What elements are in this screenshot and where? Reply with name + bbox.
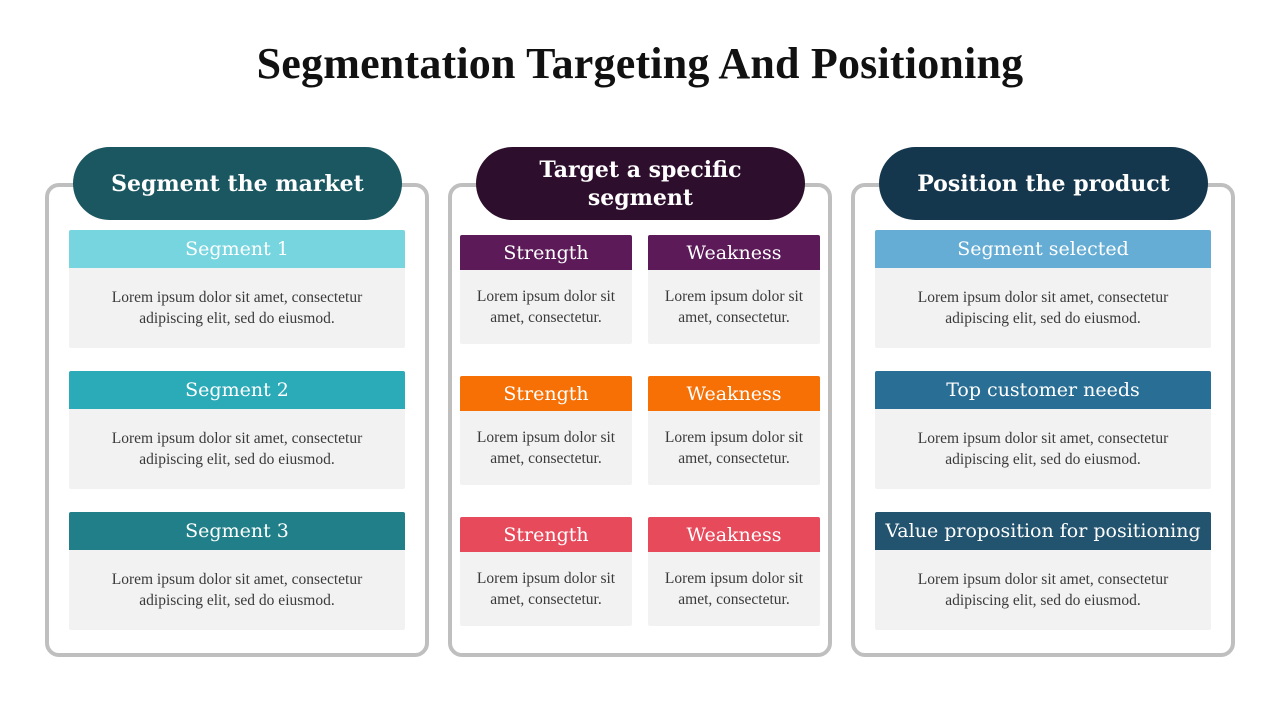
strength-text: Lorem ipsum dolor sit amet, consectetur. xyxy=(460,411,632,485)
weakness-card: Weakness Lorem ipsum dolor sit amet, con… xyxy=(648,517,820,626)
segment-card-label: Segment 2 xyxy=(69,371,405,409)
weakness-card: Weakness Lorem ipsum dolor sit amet, con… xyxy=(648,376,820,485)
position-card-label: Segment selected xyxy=(875,230,1211,268)
weakness-label: Weakness xyxy=(648,517,820,552)
weakness-card: Weakness Lorem ipsum dolor sit amet, con… xyxy=(648,235,820,344)
strength-text: Lorem ipsum dolor sit amet, consectetur. xyxy=(460,552,632,626)
position-card: Segment selected Lorem ipsum dolor sit a… xyxy=(875,230,1211,348)
segment-card-text: Lorem ipsum dolor sit amet, consectetur … xyxy=(69,550,405,630)
position-card-text: Lorem ipsum dolor sit amet, consectetur … xyxy=(875,268,1211,348)
strength-card: Strength Lorem ipsum dolor sit amet, con… xyxy=(460,235,632,344)
strength-label: Strength xyxy=(460,235,632,270)
segment-card: Segment 3 Lorem ipsum dolor sit amet, co… xyxy=(69,512,405,630)
segment-card-label: Segment 3 xyxy=(69,512,405,550)
weakness-text: Lorem ipsum dolor sit amet, consectetur. xyxy=(648,552,820,626)
segment-card: Segment 1 Lorem ipsum dolor sit amet, co… xyxy=(69,230,405,348)
position-card: Top customer needs Lorem ipsum dolor sit… xyxy=(875,371,1211,489)
segment-card-text: Lorem ipsum dolor sit amet, consectetur … xyxy=(69,268,405,348)
position-card-label: Value proposition for positioning xyxy=(875,512,1211,550)
weakness-text: Lorem ipsum dolor sit amet, consectetur. xyxy=(648,411,820,485)
strength-card: Strength Lorem ipsum dolor sit amet, con… xyxy=(460,376,632,485)
position-card-text: Lorem ipsum dolor sit amet, consectetur … xyxy=(875,409,1211,489)
target-segment-heading: Target a specific segment xyxy=(476,147,805,220)
position-card-label: Top customer needs xyxy=(875,371,1211,409)
strength-label: Strength xyxy=(460,376,632,411)
position-card-text: Lorem ipsum dolor sit amet, consectetur … xyxy=(875,550,1211,630)
strength-text: Lorem ipsum dolor sit amet, consectetur. xyxy=(460,270,632,344)
strength-label: Strength xyxy=(460,517,632,552)
slide-title: Segmentation Targeting And Positioning xyxy=(256,39,1024,88)
position-product-heading: Position the product xyxy=(879,147,1208,220)
weakness-label: Weakness xyxy=(648,235,820,270)
position-card: Value proposition for positioning Lorem … xyxy=(875,512,1211,630)
segment-card-text: Lorem ipsum dolor sit amet, consectetur … xyxy=(69,409,405,489)
segment-market-heading: Segment the market xyxy=(73,147,402,220)
segment-card-label: Segment 1 xyxy=(69,230,405,268)
strength-card: Strength Lorem ipsum dolor sit amet, con… xyxy=(460,517,632,626)
weakness-text: Lorem ipsum dolor sit amet, consectetur. xyxy=(648,270,820,344)
weakness-label: Weakness xyxy=(648,376,820,411)
segment-card: Segment 2 Lorem ipsum dolor sit amet, co… xyxy=(69,371,405,489)
